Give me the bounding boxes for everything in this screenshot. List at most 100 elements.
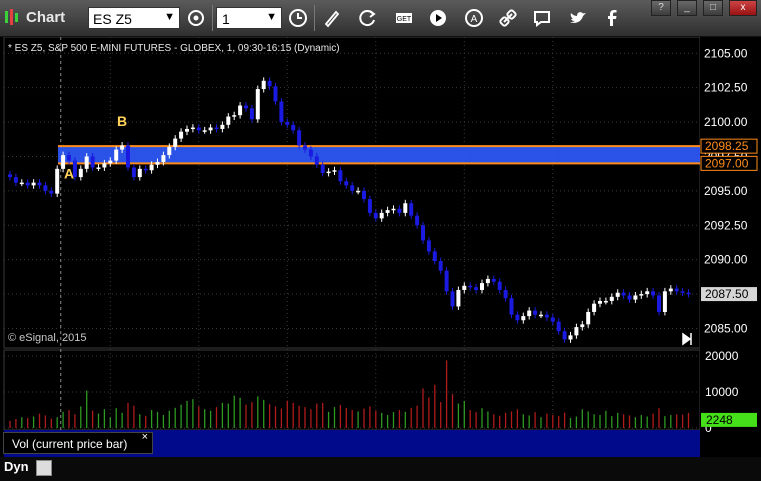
dynamic-button[interactable]: Dyn — [4, 459, 29, 474]
volume-tick-label: 20000 — [705, 349, 739, 363]
candle-body — [120, 145, 125, 150]
candle-body — [279, 101, 284, 123]
candle-body — [291, 124, 296, 131]
candle-body — [645, 291, 650, 295]
candle-body — [509, 298, 514, 315]
candle-body — [326, 171, 331, 174]
candle-body — [527, 310, 532, 317]
candle-body — [468, 285, 473, 288]
candle-body — [580, 324, 585, 328]
candle-body — [267, 80, 272, 87]
volume-tick-label: 10000 — [705, 385, 739, 399]
candle-body — [485, 278, 490, 284]
band-low-label: 2097.00 — [705, 156, 749, 170]
candle-body — [173, 138, 178, 147]
candle-body — [208, 127, 213, 131]
candle-body — [662, 291, 667, 312]
candle-body — [244, 105, 248, 109]
candle-body — [350, 185, 355, 191]
candle-body — [196, 127, 201, 131]
candle-body — [373, 212, 378, 219]
minimize-window-button[interactable]: _ — [677, 0, 697, 16]
candle-body — [108, 160, 113, 164]
candle-body — [533, 310, 538, 315]
svg-text:A: A — [471, 14, 478, 25]
candle-body — [155, 161, 160, 165]
candle-body — [338, 170, 343, 182]
refresh-icon[interactable] — [356, 6, 380, 30]
candle-body — [90, 156, 95, 168]
candle-body — [190, 127, 195, 130]
symbol-input[interactable]: ES Z5 ▼ — [88, 7, 180, 29]
interval-input[interactable]: 1 ▼ — [216, 7, 282, 29]
y-tick-label: 2095.00 — [704, 184, 748, 198]
candle-body — [403, 203, 408, 213]
help-window-button[interactable]: ? — [651, 0, 671, 16]
candle-body — [639, 294, 644, 296]
clock-icon[interactable] — [286, 6, 310, 30]
candle-body — [273, 86, 278, 102]
candle-body — [8, 174, 12, 178]
candle-body — [633, 295, 638, 300]
candle-body — [356, 190, 361, 193]
candle-body — [161, 155, 166, 162]
candle-body — [444, 270, 449, 292]
close-icon[interactable]: × — [142, 431, 148, 443]
candle-body — [344, 181, 349, 186]
band-fill — [58, 146, 700, 164]
candle-body — [627, 295, 632, 300]
candle-body — [285, 122, 290, 125]
candle-body — [96, 167, 101, 169]
candle-body — [84, 156, 89, 169]
chart-legend: * ES Z5, S&P 500 E-MINI FUTURES - GLOBEX… — [8, 43, 340, 54]
candle-body — [603, 300, 608, 303]
candle-body — [131, 167, 136, 178]
interval-value[interactable]: 1 — [222, 11, 230, 27]
symbol-value[interactable]: ES Z5 — [93, 11, 132, 27]
get-icon[interactable]: GET — [392, 6, 416, 30]
candle-body — [114, 149, 119, 161]
candle-body — [143, 168, 148, 171]
alert-icon[interactable]: A — [462, 6, 486, 30]
close-window-button[interactable]: x — [729, 0, 757, 16]
study-label-text: Vol (current price bar) — [12, 437, 128, 451]
bottom-bar — [0, 457, 761, 481]
candle-body — [609, 296, 614, 301]
chevron-down-icon[interactable]: ▼ — [266, 11, 277, 23]
draw-icon[interactable] — [320, 6, 344, 30]
y-tick-label: 2105.00 — [704, 46, 748, 60]
candle-body — [438, 261, 443, 271]
candle-body — [598, 300, 602, 304]
candle-body — [651, 291, 656, 296]
candle-body — [568, 335, 573, 340]
link-icon[interactable] — [496, 6, 520, 30]
candle-body — [456, 289, 461, 307]
candle-body — [226, 116, 231, 125]
candle-body — [680, 291, 685, 293]
comment-icon[interactable] — [530, 6, 554, 30]
chevron-down-icon[interactable]: ▼ — [164, 11, 175, 23]
candle-body — [421, 225, 425, 241]
settings-icon[interactable] — [184, 6, 208, 30]
candle-body — [49, 190, 54, 194]
study-label[interactable]: Vol (current price bar) × — [3, 431, 153, 454]
annotation-b: B — [117, 113, 127, 129]
facebook-icon[interactable] — [600, 6, 624, 30]
candle-body — [544, 314, 549, 318]
candle-body — [592, 303, 597, 312]
play-icon[interactable] — [426, 6, 450, 30]
candle-body — [426, 240, 431, 252]
candle-body — [102, 163, 107, 168]
title-bar: Chart ES Z5 ▼ 1 ▼ GET A ? _ □ x — [0, 0, 761, 37]
candle-body — [674, 288, 679, 292]
last-price-label: 2087.50 — [705, 287, 749, 301]
toolbar-separator — [314, 5, 315, 31]
lock-icon[interactable] — [36, 460, 52, 476]
candle-body — [185, 128, 189, 132]
maximize-window-button[interactable]: □ — [703, 0, 723, 16]
price-chart[interactable]: 2105.002102.502100.002097.502095.002092.… — [0, 37, 761, 457]
candle-body — [621, 292, 626, 296]
twitter-icon[interactable] — [566, 6, 590, 30]
candle-body — [249, 108, 254, 120]
candle-body — [397, 208, 402, 213]
